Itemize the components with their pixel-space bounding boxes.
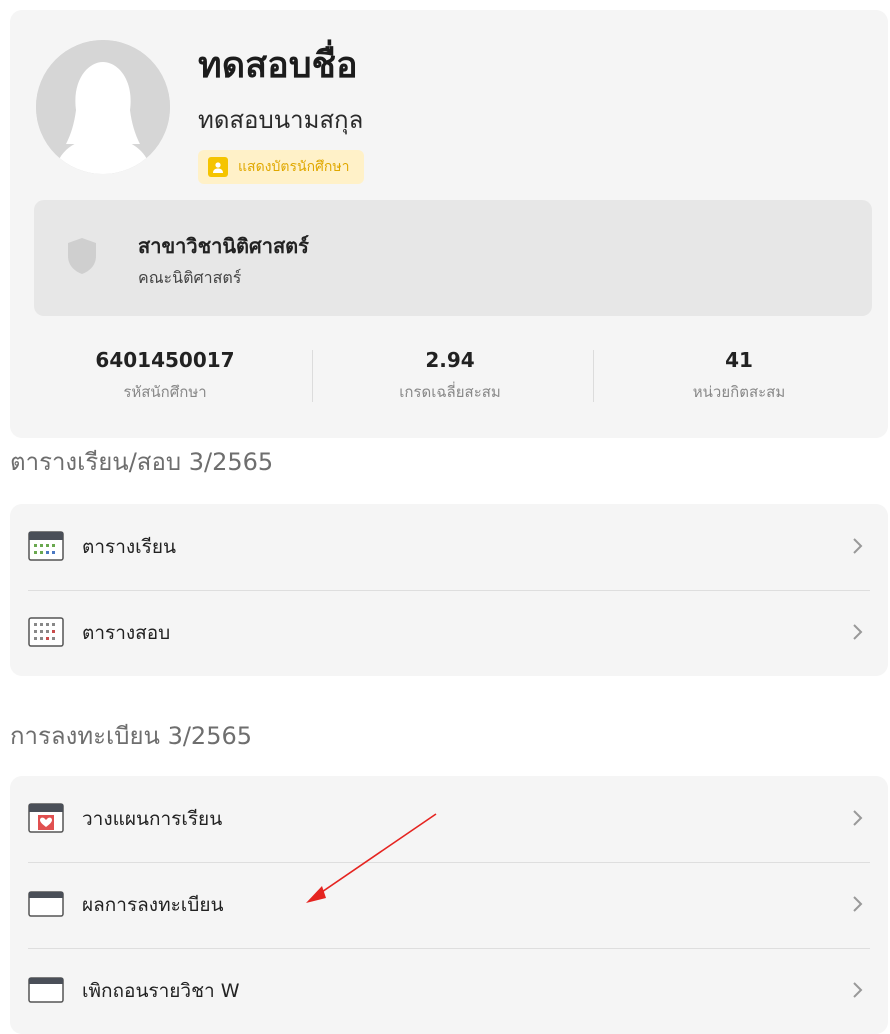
exam-calendar-icon [28,617,64,647]
menu-item-label: ตารางสอบ [82,622,171,644]
stat-credits: 41 หน่วยกิตสะสม [599,348,879,404]
chevron-right-icon [853,896,863,912]
avatar-placeholder-icon [36,40,170,174]
student-stats: 6401450017 รหัสนักศึกษา 2.94 เกรดเฉลี่ยส… [10,348,888,418]
gpa-value: 2.94 [425,348,475,372]
avatar [36,40,170,174]
student-last-name: ทดสอบนามสกุล [198,106,364,134]
chevron-right-icon [853,810,863,826]
menu-item-registration-result[interactable]: ผลการลงทะเบียน [10,862,888,948]
menu-item-exam-schedule[interactable]: ตารางสอบ [10,590,888,676]
student-id-label: รหัสนักศึกษา [123,383,207,401]
chevron-right-icon [853,624,863,640]
window-icon [28,891,64,917]
credits-value: 41 [725,348,753,372]
student-id-value: 6401450017 [95,348,235,372]
menu-item-course-withdrawal[interactable]: เพิกถอนรายวิชา W [10,948,888,1034]
menu-item-label: วางแผนการเรียน [82,808,223,830]
shield-icon [68,238,96,274]
show-student-card-button[interactable]: แสดงบัตรนักศึกษา [198,150,364,184]
stat-gpa: 2.94 เกรดเฉลี่ยสะสม [310,348,590,404]
schedule-menu: ตารางเรียน ตารางสอบ [10,504,888,676]
credits-label: หน่วยกิตสะสม [692,383,786,401]
gpa-label: เกรดเฉลี่ยสะสม [399,383,501,401]
class-calendar-icon [28,531,64,561]
registration-section-title: การลงทะเบียน 3/2565 [10,722,253,750]
profile-card: ทดสอบชื่อ ทดสอบนามสกุล แสดงบัตรนักศึกษา … [10,10,888,438]
registration-menu: วางแผนการเรียน ผลการลงทะเบียน เพิกถอนราย… [10,776,888,1034]
divider [593,350,594,402]
faculty-name: คณะนิติศาสตร์ [138,268,242,287]
chevron-right-icon [853,982,863,998]
stat-student-id: 6401450017 รหัสนักศึกษา [25,348,305,404]
department-info: สาขาวิชานิติศาสตร์ คณะนิติศาสตร์ [34,200,872,316]
window-icon [28,977,64,1003]
id-card-icon [208,157,228,177]
major-name: สาขาวิชานิติศาสตร์ [138,234,309,258]
menu-item-study-plan[interactable]: วางแผนการเรียน [10,776,888,862]
menu-item-label: ตารางเรียน [82,536,176,558]
schedule-section-title: ตารางเรียน/สอบ 3/2565 [10,448,274,476]
plan-calendar-icon [28,803,64,833]
chevron-right-icon [853,538,863,554]
menu-item-class-schedule[interactable]: ตารางเรียน [10,504,888,590]
menu-item-label: เพิกถอนรายวิชา W [82,980,240,1002]
menu-item-label: ผลการลงทะเบียน [82,894,224,916]
student-first-name: ทดสอบชื่อ [198,45,358,86]
show-student-card-label: แสดงบัตรนักศึกษา [238,159,350,175]
